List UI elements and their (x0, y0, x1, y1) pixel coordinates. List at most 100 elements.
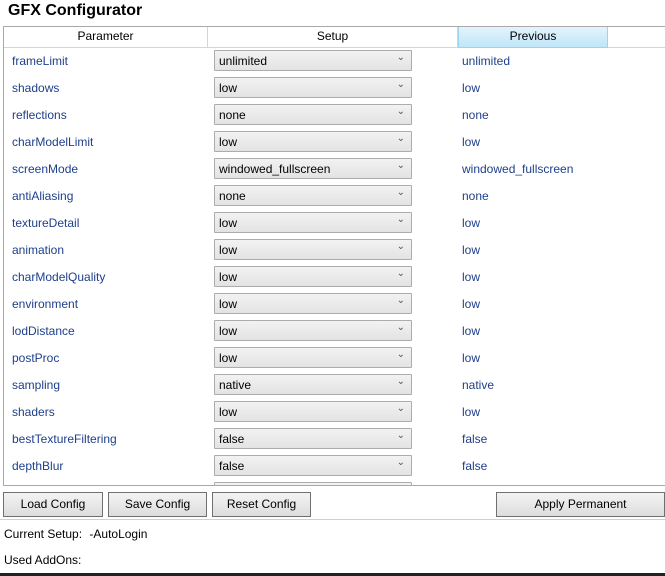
parameter-name: environment (12, 297, 79, 311)
setup-dropdown-value: none (219, 189, 246, 203)
setup-dropdown[interactable]: low ⌄ (214, 401, 412, 422)
setup-dropdown[interactable]: windowed_fullscreen ⌄ (214, 158, 412, 179)
chevron-down-icon[interactable]: ⌄ (397, 403, 405, 414)
previous-value: false (462, 432, 488, 446)
parameter-name: charModelQuality (12, 270, 106, 284)
parameter-name: depthBlur (12, 459, 64, 473)
previous-value: low (462, 270, 481, 284)
chevron-down-icon[interactable]: ⌄ (397, 322, 405, 333)
parameter-name: shaders (12, 405, 55, 419)
parameter-name: antiAliasing (12, 189, 74, 203)
current-setup-label: Current Setup: (4, 527, 83, 541)
setup-dropdown[interactable]: low ⌄ (214, 212, 412, 233)
chevron-down-icon[interactable]: ⌄ (397, 295, 405, 306)
table-row: antiAliasing none ⌄ none (4, 183, 665, 210)
table-row: screenMode windowed_fullscreen ⌄ windowed_f… (4, 156, 665, 183)
table-row: textureDetail low ⌄ low (4, 210, 665, 237)
table-row: bestTextureFiltering false ⌄ false (4, 426, 665, 453)
column-header-filler (608, 27, 665, 48)
chevron-down-icon[interactable]: ⌄ (397, 430, 405, 441)
setup-dropdown-value: low (219, 351, 238, 365)
current-setup-status: Current Setup: -AutoLogin (4, 527, 147, 541)
previous-value: low (462, 243, 481, 257)
column-header-parameter[interactable]: Parameter (4, 27, 208, 48)
table-row-partial (4, 480, 665, 485)
setup-dropdown-value: low (219, 243, 238, 257)
setup-dropdown-value: native (219, 378, 252, 392)
previous-value: low (462, 405, 481, 419)
setup-dropdown[interactable]: low ⌄ (214, 239, 412, 260)
setup-dropdown-value: none (219, 108, 246, 122)
chevron-down-icon[interactable]: ⌄ (397, 349, 405, 360)
previous-value: native (462, 378, 495, 392)
setup-dropdown[interactable]: false ⌄ (214, 455, 412, 476)
parameter-name: frameLimit (12, 54, 69, 68)
setup-dropdown[interactable]: false ⌄ (214, 428, 412, 449)
used-addons-label: Used AddOns: (4, 553, 82, 567)
previous-value: none (462, 189, 489, 203)
chevron-down-icon[interactable]: ⌄ (397, 214, 405, 225)
save-config-button[interactable]: Save Config (108, 492, 207, 517)
reset-config-button[interactable]: Reset Config (212, 492, 311, 517)
parameter-name: postProc (12, 351, 60, 365)
previous-value: low (462, 324, 481, 338)
previous-value: unlimited (462, 54, 511, 68)
setup-dropdown[interactable]: low ⌄ (214, 320, 412, 341)
chevron-down-icon[interactable]: ⌄ (397, 133, 405, 144)
parameter-name: screenMode (12, 162, 79, 176)
setup-dropdown[interactable]: low ⌄ (214, 131, 412, 152)
chevron-down-icon[interactable]: ⌄ (397, 160, 405, 171)
current-setup-value: -AutoLogin (89, 527, 148, 541)
setup-dropdown-value: low (219, 324, 238, 338)
window-title: GFX Configurator (8, 2, 143, 19)
previous-value: low (462, 351, 481, 365)
load-config-button[interactable]: Load Config (3, 492, 103, 517)
parameter-name: charModelLimit (12, 135, 94, 149)
setup-dropdown[interactable] (214, 482, 412, 485)
setup-dropdown[interactable]: unlimited ⌄ (214, 50, 412, 71)
column-header-previous[interactable]: Previous (458, 27, 608, 48)
chevron-down-icon[interactable]: ⌄ (397, 241, 405, 252)
parameter-name: animation (12, 243, 65, 257)
setup-dropdown[interactable]: low ⌄ (214, 293, 412, 314)
parameter-name: lodDistance (12, 324, 75, 338)
parameter-name: bestTextureFiltering (12, 432, 117, 446)
setup-dropdown[interactable]: none ⌄ (214, 104, 412, 125)
table-row: charModelQuality low ⌄ low (4, 264, 665, 291)
chevron-down-icon[interactable]: ⌄ (397, 79, 405, 90)
apply-permanent-button[interactable]: Apply Permanent (496, 492, 665, 517)
chevron-down-icon[interactable]: ⌄ (397, 268, 405, 279)
setup-dropdown[interactable]: none ⌄ (214, 185, 412, 206)
chevron-down-icon[interactable]: ⌄ (397, 457, 405, 468)
setup-dropdown[interactable]: low ⌄ (214, 347, 412, 368)
chevron-down-icon[interactable]: ⌄ (397, 187, 405, 198)
previous-value: windowed_fullscreen (462, 162, 574, 176)
previous-value: false (462, 459, 488, 473)
parameter-name: shadows (12, 81, 60, 95)
setup-dropdown[interactable]: native ⌄ (214, 374, 412, 395)
previous-value: none (462, 108, 489, 122)
previous-value: low (462, 216, 481, 230)
table-row: sampling native ⌄ native (4, 372, 665, 399)
setup-dropdown-value: windowed_fullscreen (219, 162, 331, 176)
parameter-name: reflections (12, 108, 67, 122)
setup-dropdown[interactable]: low ⌄ (214, 266, 412, 287)
table-row: postProc low ⌄ low (4, 345, 665, 372)
chevron-down-icon[interactable]: ⌄ (397, 52, 405, 63)
setup-dropdown-value: unlimited (219, 54, 268, 68)
setup-dropdown-value: low (219, 135, 238, 149)
previous-value: low (462, 81, 481, 95)
config-grid: Parameter Setup Previous frameLimit unlim… (3, 26, 665, 486)
table-row: charModelLimit low ⌄ low (4, 129, 665, 156)
setup-dropdown[interactable]: low ⌄ (214, 77, 412, 98)
column-header-setup[interactable]: Setup (208, 27, 458, 48)
table-row: reflections none ⌄ none (4, 102, 665, 129)
setup-dropdown-value: false (219, 459, 245, 473)
table-row: frameLimit unlimited ⌄ unlimited (4, 48, 665, 75)
chevron-down-icon[interactable]: ⌄ (397, 106, 405, 117)
chevron-down-icon[interactable]: ⌄ (397, 376, 405, 387)
previous-value: low (462, 297, 481, 311)
setup-dropdown-value: low (219, 81, 238, 95)
table-row: environment low ⌄ low (4, 291, 665, 318)
table-row: depthBlur false ⌄ false (4, 453, 665, 480)
